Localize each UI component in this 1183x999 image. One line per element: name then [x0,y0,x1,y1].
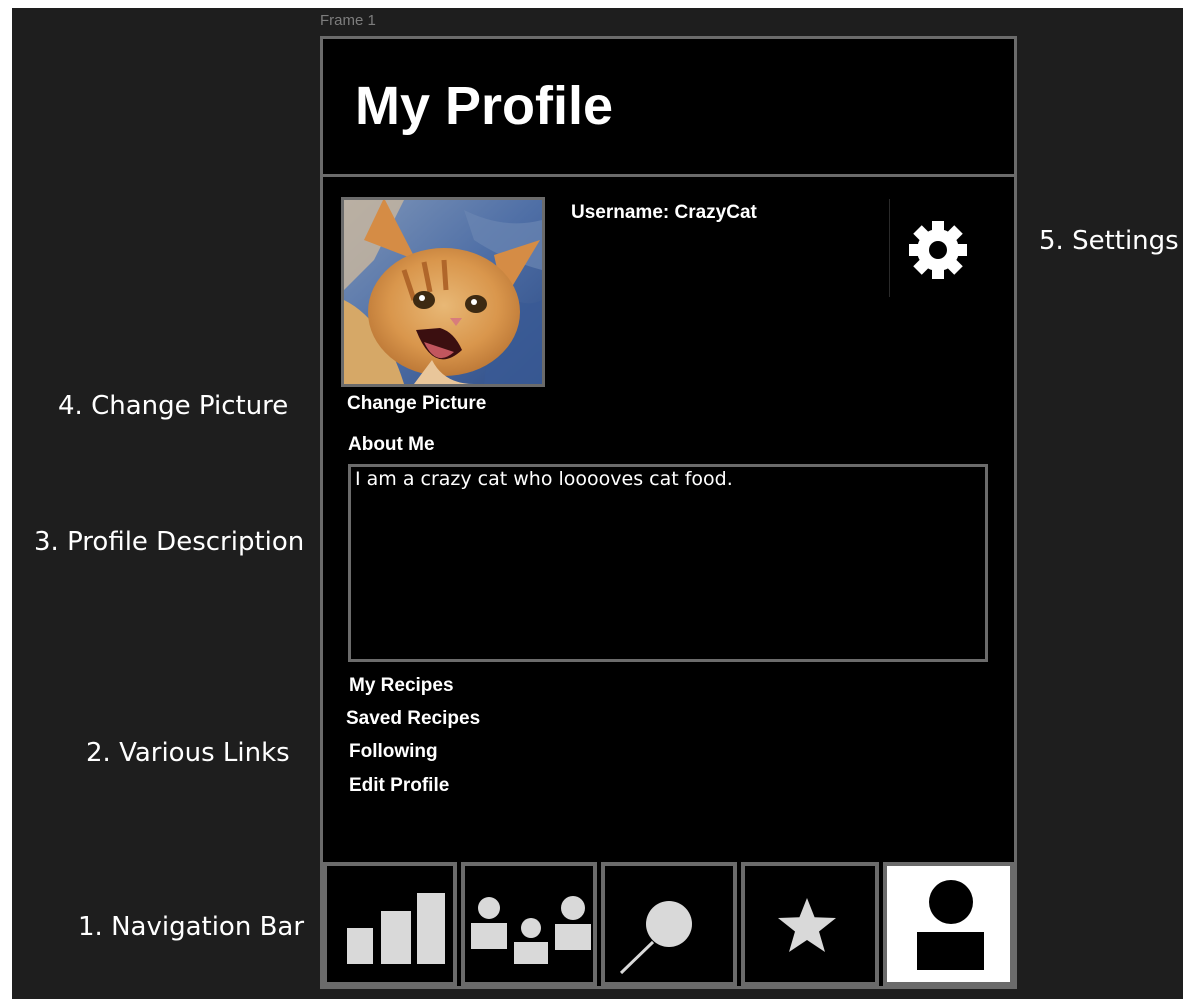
annotation-change-picture: 4. Change Picture [58,391,289,421]
nav-item-stats[interactable] [323,862,457,986]
bar-chart-icon [347,893,445,964]
link-my-recipes[interactable]: My Recipes [349,675,454,697]
star-icon [778,898,836,952]
about-me-label: About Me [348,434,435,455]
annotation-settings: 5. Settings [1039,226,1179,256]
change-picture-link[interactable]: Change Picture [347,393,486,415]
annotation-navigation-bar: 1. Navigation Bar [78,912,305,942]
link-saved-recipes[interactable]: Saved Recipes [346,708,480,730]
about-me-textarea[interactable]: I am a crazy cat who looooves cat food. [348,464,988,662]
page-title: My Profile [355,76,614,136]
nav-item-favorites[interactable] [741,862,879,986]
divider [889,199,890,297]
link-following[interactable]: Following [349,741,438,763]
header: My Profile [323,39,1014,177]
cat-photo [344,200,542,384]
frame-label: Frame 1 [320,12,376,29]
search-icon [619,901,692,975]
profile-screen: My Profile Username: CrazyCat Change Pic… [320,36,1017,989]
nav-item-profile[interactable] [883,862,1014,986]
avatar[interactable] [341,197,545,387]
nav-item-community[interactable] [461,862,597,986]
annotation-profile-description: 3. Profile Description [34,527,305,557]
nav-item-search[interactable] [601,862,737,986]
navigation-bar [323,862,1014,986]
gear-icon[interactable] [907,219,969,281]
annotation-various-links: 2. Various Links [86,738,290,768]
link-edit-profile[interactable]: Edit Profile [349,775,449,797]
people-icon [471,896,591,964]
profile-icon [917,880,984,970]
username: Username: CrazyCat [571,202,757,223]
